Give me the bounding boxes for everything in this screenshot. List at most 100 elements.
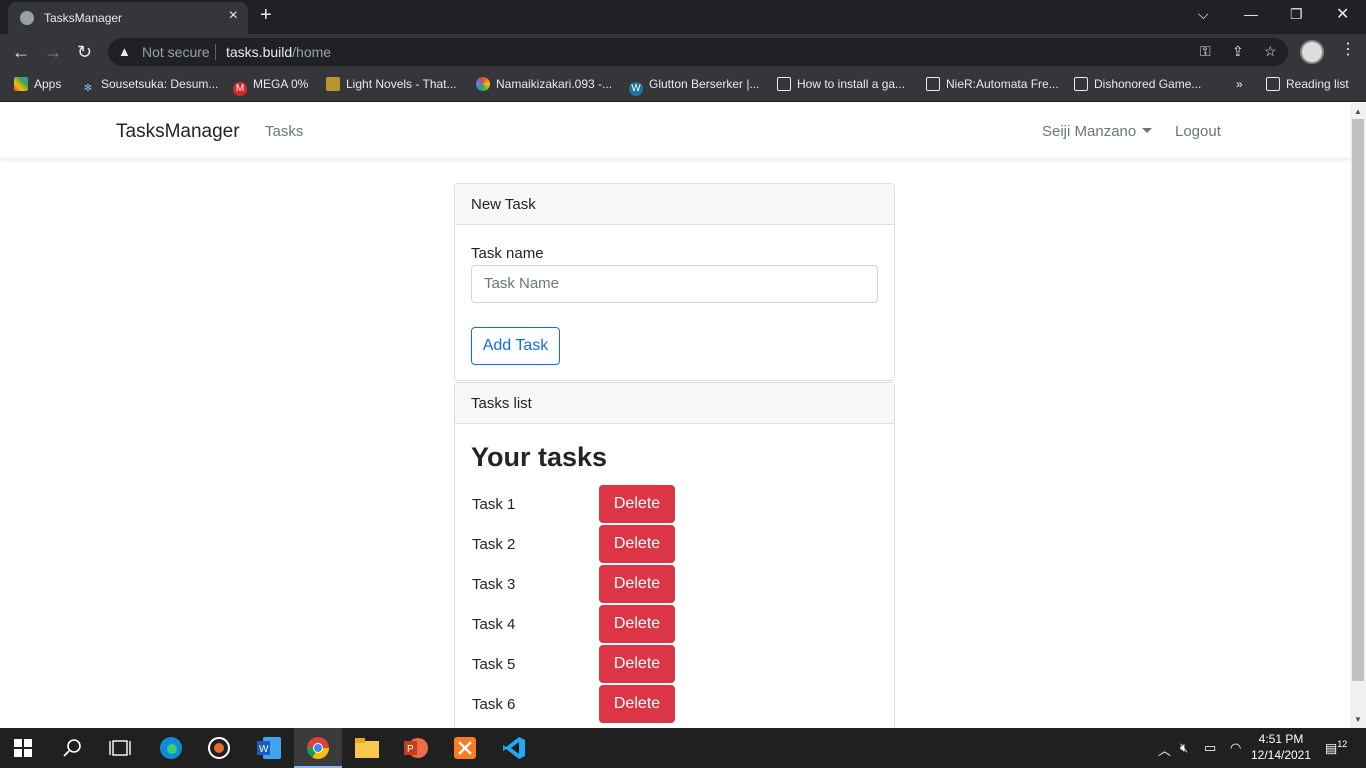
logout-link[interactable]: Logout — [1175, 123, 1221, 140]
wifi-icon[interactable]: ◠ — [1230, 740, 1241, 756]
apps-grid-icon — [14, 77, 28, 91]
bookmark-glutton-berserker[interactable]: W Glutton Berserker |... — [629, 77, 760, 96]
delete-task-button[interactable]: Delete — [599, 525, 675, 563]
add-task-button[interactable]: Add Task — [471, 327, 560, 365]
page-icon — [926, 77, 940, 91]
scroll-up-arrow-icon[interactable]: ▲ — [1354, 107, 1362, 116]
task-name: Task 2 — [472, 536, 516, 553]
share-icon[interactable]: ⇪ — [1232, 43, 1244, 60]
restore-button[interactable]: ❐ — [1290, 6, 1303, 23]
scroll-down-arrow-icon[interactable]: ▼ — [1354, 715, 1362, 724]
task-name: Task 1 — [472, 496, 516, 513]
task-row: Task 3 Delete — [472, 565, 872, 603]
task-row: Task 2 Delete — [472, 525, 872, 563]
bookmark-namaikizakari[interactable]: Namaikizakari.093 -... — [476, 77, 612, 91]
new-task-card: New Task Task name Task Name Add Task — [454, 183, 895, 381]
delete-task-button[interactable]: Delete — [599, 485, 675, 523]
tasks-list-card: Tasks list Your tasks Task 1 Delete Task … — [454, 382, 895, 728]
bookmarks-bar: Apps ✻ Sousetsuka: Desum... M MEGA 0% Ligh… — [0, 70, 1366, 102]
task-name: Task 5 — [472, 656, 516, 673]
delete-task-button[interactable]: Delete — [599, 605, 675, 643]
task-row: Task 6 Delete — [472, 685, 872, 723]
key-icon[interactable]: ⚿ — [1200, 43, 1211, 60]
bookmark-label: Sousetsuka: Desum... — [101, 77, 219, 91]
navbar-brand[interactable]: TasksManager — [116, 121, 240, 143]
new-tab-button[interactable]: + — [260, 4, 272, 27]
nav-tasks-link[interactable]: Tasks — [265, 123, 303, 140]
bookmark-dishonored[interactable]: Dishonored Game... — [1074, 77, 1201, 91]
card-header: New Task — [455, 184, 894, 225]
show-hidden-icons-icon[interactable]: ︿ — [1158, 740, 1171, 759]
bookmark-apps[interactable]: Apps — [14, 77, 61, 91]
close-tab-icon[interactable]: × — [229, 7, 238, 25]
url-text[interactable]: tasks.build/home — [226, 44, 331, 60]
clock-time: 4:51 PM — [1258, 732, 1304, 746]
powerpoint-icon[interactable]: P — [404, 737, 428, 759]
your-tasks-heading: Your tasks — [471, 442, 608, 472]
globe-icon — [20, 11, 34, 25]
scrollbar-thumb[interactable] — [1352, 119, 1364, 681]
bookmark-light-novels[interactable]: Light Novels - That... — [326, 77, 457, 91]
browser-tab[interactable]: TasksManager × — [8, 2, 248, 34]
minimize-button[interactable]: — — [1244, 6, 1258, 22]
security-status[interactable]: Not secure — [142, 44, 210, 60]
svg-text:P: P — [407, 744, 414, 755]
bookmark-mega[interactable]: M MEGA 0% — [233, 77, 308, 96]
chrome-icon[interactable] — [306, 736, 330, 760]
xampp-icon[interactable] — [453, 736, 477, 760]
warning-icon[interactable]: ▲ — [118, 44, 131, 59]
bookmarks-overflow-icon[interactable]: » — [1236, 77, 1243, 91]
system-clock[interactable]: 4:51 PM 12/14/2021 — [1250, 731, 1312, 763]
reading-list-icon — [1266, 77, 1280, 91]
profile-avatar[interactable] — [1300, 40, 1324, 64]
notifications-icon[interactable]: ▤12 — [1325, 739, 1347, 756]
browser-toolbar: ← → ↻ ▲ Not secure tasks.build/home ⚿ ⇪ … — [0, 34, 1366, 70]
task-name-input[interactable]: Task Name — [471, 265, 878, 303]
task-view-icon[interactable] — [109, 738, 131, 758]
vscode-icon[interactable] — [502, 736, 526, 760]
namaikizakari-icon — [476, 77, 490, 91]
bookmark-nier-automata[interactable]: NieR:Automata Fre... — [926, 77, 1059, 91]
reading-list-button[interactable]: Reading list — [1266, 77, 1349, 91]
mega-icon: M — [233, 82, 247, 96]
card-header: Tasks list — [455, 383, 894, 424]
delete-task-button[interactable]: Delete — [599, 565, 675, 603]
light-novels-icon — [326, 77, 340, 91]
address-divider — [215, 44, 216, 60]
windows-start-icon[interactable] — [14, 739, 32, 757]
tab-search-icon[interactable]: ⌵ — [1198, 6, 1209, 23]
bookmark-label: Light Novels - That... — [346, 77, 457, 91]
user-dropdown[interactable]: Seiji Manzano — [1042, 123, 1153, 140]
bookmark-label: How to install a ga... — [797, 77, 906, 91]
word-icon[interactable]: W — [257, 737, 281, 759]
forward-arrow-icon[interactable]: → — [44, 42, 62, 62]
search-icon[interactable] — [62, 738, 84, 758]
volume-muted-icon[interactable]: 🔇︎ — [1180, 740, 1188, 756]
bookmark-label: Dishonored Game... — [1094, 77, 1202, 91]
user-name: Seiji Manzano — [1042, 123, 1137, 140]
page-icon — [1074, 77, 1088, 91]
bookmark-label: NieR:Automata Fre... — [946, 77, 1059, 91]
address-bar[interactable]: ▲ Not secure tasks.build/home ⚿ ⇪ ☆ — [108, 38, 1288, 66]
back-arrow-icon[interactable]: ← — [12, 42, 30, 62]
delete-task-button[interactable]: Delete — [599, 685, 675, 723]
app-navbar: TasksManager Tasks Seiji Manzano Logout — [0, 103, 1350, 159]
page-scrollbar[interactable]: ▲ ▼ — [1350, 103, 1366, 728]
browser-menu-icon[interactable]: ⋮ — [1340, 39, 1356, 59]
bookmark-how-to-install[interactable]: How to install a ga... — [777, 77, 905, 91]
media-player-icon[interactable] — [207, 736, 231, 760]
file-explorer-icon[interactable] — [355, 738, 379, 758]
bookmark-sousetsuka[interactable]: ✻ Sousetsuka: Desum... — [81, 77, 219, 96]
delete-task-button[interactable]: Delete — [599, 645, 675, 683]
task-name: Task 4 — [472, 616, 516, 633]
edge-icon[interactable] — [159, 736, 183, 760]
battery-icon[interactable]: ▭ — [1204, 740, 1216, 756]
page-icon — [777, 77, 791, 91]
url-host: tasks.build — [226, 44, 293, 60]
bookmark-star-icon[interactable]: ☆ — [1264, 43, 1277, 60]
task-row: Task 1 Delete — [472, 485, 872, 523]
close-window-button[interactable]: ✕ — [1336, 4, 1349, 24]
wordpress-icon: W — [629, 82, 643, 96]
svg-text:W: W — [259, 744, 269, 755]
reload-icon[interactable]: ↻ — [77, 42, 92, 62]
